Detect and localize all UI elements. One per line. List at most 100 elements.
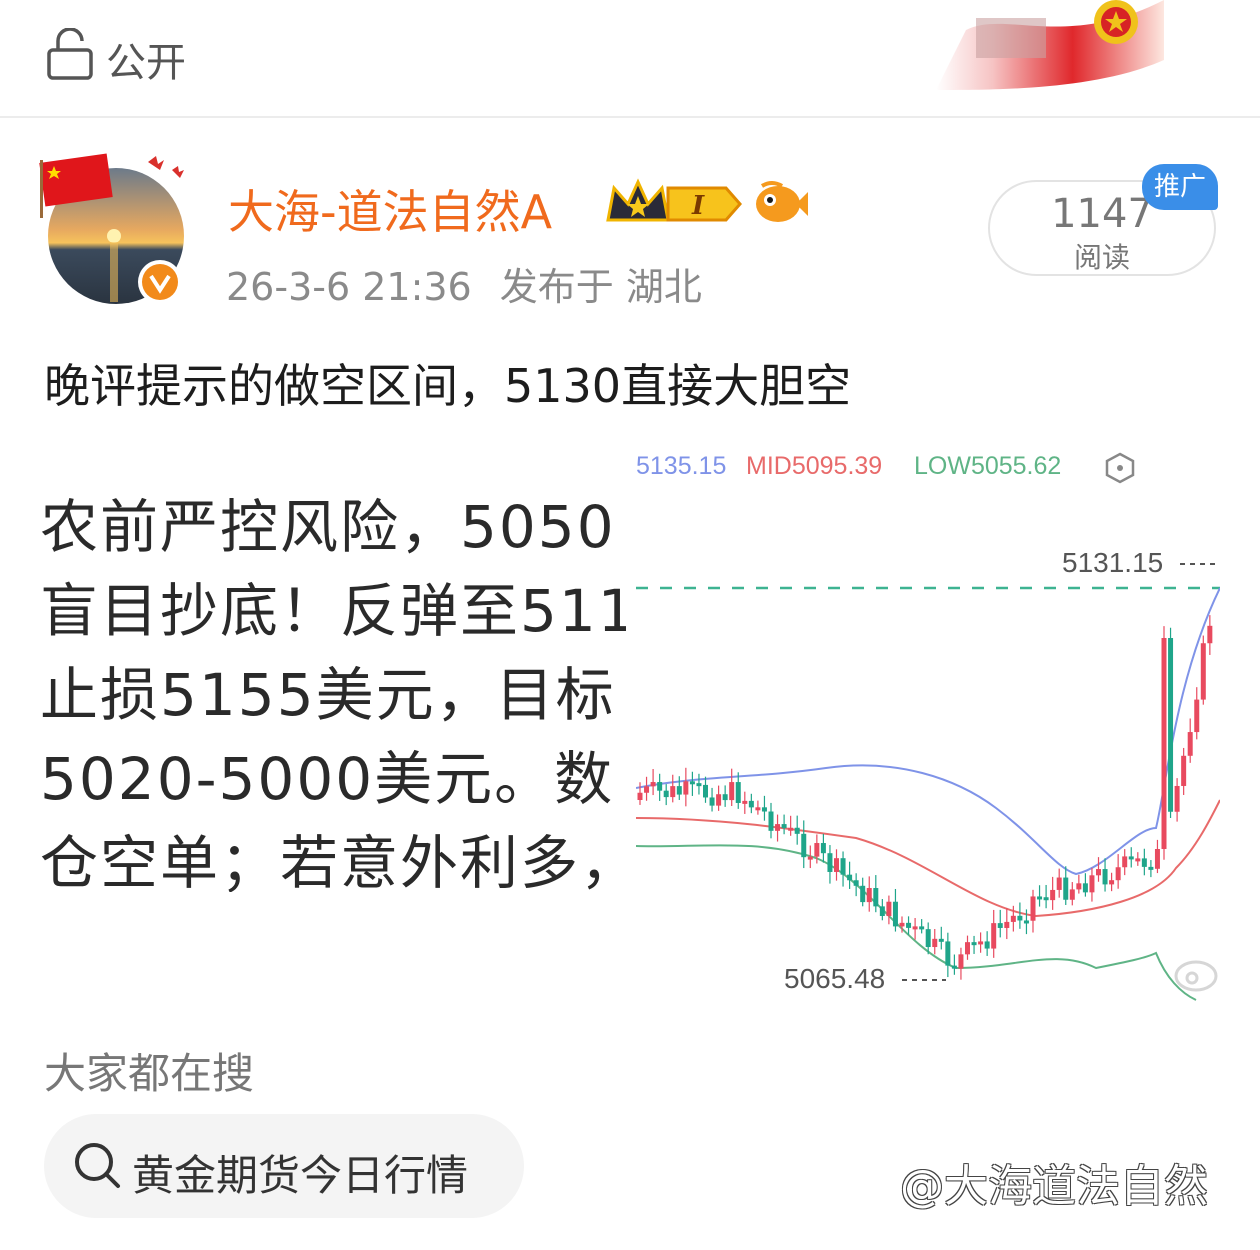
candle (1069, 889, 1075, 900)
candle (1004, 921, 1010, 928)
candle (729, 782, 735, 801)
settings-icon[interactable] (1105, 452, 1135, 484)
candle (663, 790, 669, 798)
post-timestamp: 26-3-6 21:36 (226, 265, 472, 309)
search-icon (75, 1143, 120, 1188)
candle (1017, 915, 1023, 921)
candle (1023, 920, 1029, 924)
candle (1109, 880, 1115, 885)
candle (1141, 858, 1147, 867)
candle (775, 824, 781, 831)
candle (807, 856, 813, 860)
candle (788, 827, 794, 831)
candle (1030, 896, 1036, 921)
hot-search-query: 黄金期货今日行情 (132, 1151, 469, 1200)
candle (742, 800, 748, 804)
candle (794, 827, 800, 834)
image-text-line: 止损5155美元，目标 (40, 661, 616, 729)
candle (906, 922, 912, 928)
author-name[interactable]: 大海-道法自然A (228, 176, 552, 242)
crown-badge-icon[interactable]: I (606, 178, 746, 228)
candle (827, 853, 833, 872)
post-meta: 26-3-6 21:36 发布于 湖北 (226, 256, 702, 311)
post-image-chart[interactable]: 5135.15 MID5095.39 LOW5055.62 5131.15 50… (636, 428, 1220, 1004)
candle (676, 786, 682, 795)
candle (1050, 889, 1056, 901)
candle (984, 941, 990, 949)
legend-low: LOW5055.62 (914, 452, 1061, 480)
candle (991, 923, 997, 949)
candle (1063, 877, 1069, 900)
candle (834, 858, 839, 872)
candle (781, 824, 787, 829)
candle (945, 941, 951, 966)
candle (689, 781, 695, 785)
candle (801, 833, 807, 858)
verified-icon (142, 264, 182, 304)
candle (1056, 877, 1062, 890)
candle (958, 954, 964, 969)
candle (925, 929, 931, 948)
level-badge-text: I (691, 191, 705, 221)
candle (820, 843, 826, 854)
candle (1076, 883, 1082, 890)
candle (716, 794, 722, 806)
legend-upper: 5135.15 (636, 452, 726, 480)
candle (866, 888, 872, 903)
image-text-line: 农前严控风险，5050 (40, 493, 616, 561)
candle (873, 888, 879, 907)
hot-search-title: 大家都在搜 (44, 1049, 255, 1098)
candle (971, 942, 977, 946)
candle (847, 874, 853, 881)
candle (1010, 915, 1016, 922)
read-label: 阅读 (1073, 241, 1130, 274)
candle (997, 923, 1003, 928)
hot-search-chip[interactable]: 黄金期货今日行情 (44, 1114, 524, 1218)
candle (670, 786, 676, 798)
candle (637, 792, 643, 800)
candle (1207, 625, 1213, 644)
candle (1043, 897, 1049, 901)
candle (761, 807, 767, 812)
candle (840, 858, 846, 875)
image-text-line: 仓空单；若意外利多， (40, 829, 626, 892)
candle (1089, 875, 1095, 893)
candle (1037, 896, 1043, 900)
candle (1194, 699, 1200, 733)
candle (748, 800, 754, 808)
visibility-label[interactable]: 公开 (106, 30, 186, 88)
candle (1096, 869, 1101, 876)
candle (1174, 785, 1180, 812)
candle (722, 794, 728, 801)
candle (899, 922, 905, 927)
candle (1168, 638, 1174, 812)
lock-icon (47, 28, 93, 80)
image-text-line: 5020-5000美元。数 (40, 745, 615, 813)
post-location: 发布于 湖北 (499, 265, 702, 309)
candle (1082, 883, 1088, 893)
candle (1135, 858, 1141, 862)
flag-banner-image[interactable] (936, 0, 1164, 90)
legend-mid: MID5095.39 (746, 452, 882, 480)
watermark-text: @大海道法自然 (900, 1161, 1208, 1212)
image-text-line: 盲目抄底！反弹至511 (40, 577, 626, 645)
post-image-text[interactable]: 农前严控风险，5050 盲目抄底！反弹至511 止损5155美元，目标 5020… (40, 472, 626, 892)
candle (755, 807, 761, 811)
candle (709, 797, 715, 806)
candle (1187, 732, 1193, 756)
candle (1154, 849, 1160, 869)
candle (683, 781, 689, 795)
candle (919, 926, 925, 930)
candle (1181, 755, 1187, 786)
candle (853, 880, 859, 886)
candle (978, 941, 984, 945)
candle (1148, 866, 1154, 870)
post-text: 晚评提示的做空区间，5130直接大胆空 (44, 359, 852, 413)
candle (1161, 638, 1167, 850)
candle (892, 901, 898, 927)
fish-badge-icon[interactable] (752, 178, 810, 226)
candle (965, 942, 970, 955)
candle (1115, 867, 1121, 881)
candle (735, 782, 741, 803)
promote-badge[interactable]: 推广 (1142, 164, 1218, 210)
